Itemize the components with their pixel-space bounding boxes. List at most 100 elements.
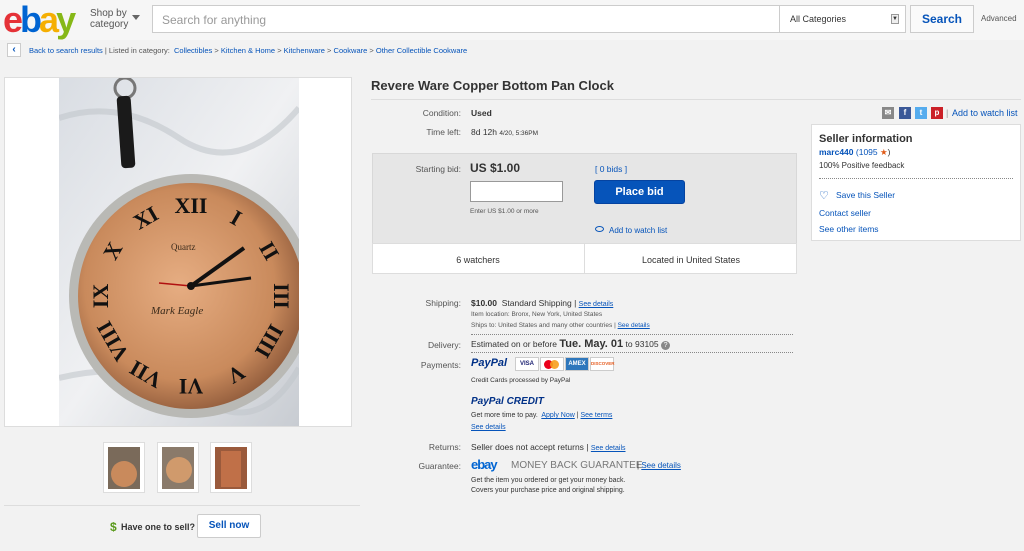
delivery-row: Estimated on or before Tue. May. 01 to 9… — [471, 338, 671, 350]
clock-numeral: VI — [179, 374, 203, 399]
twitter-icon[interactable]: t — [915, 107, 927, 119]
bid-add-to-watch-link[interactable]: Add to watch list — [609, 226, 667, 235]
crumb-cookware[interactable]: Cookware — [334, 46, 368, 55]
watchers-count: 6 watchers — [456, 255, 500, 265]
delivery-label: Delivery: — [427, 340, 461, 350]
guarantee-see-row: | See details — [637, 461, 681, 470]
bids-count-link[interactable]: [ 0 bids ] — [595, 164, 627, 174]
divider — [4, 505, 360, 506]
ships-see-details-link[interactable]: See details — [618, 322, 650, 329]
time-left-label: Time left: — [426, 127, 461, 137]
condition-value: Used — [471, 108, 492, 118]
help-icon[interactable]: ? — [661, 341, 671, 350]
clock-script-text: Mark Eagle — [150, 305, 203, 317]
facebook-icon[interactable]: f — [899, 107, 911, 119]
listed-in-label: | Listed in category: — [104, 46, 170, 55]
see-other-items-link[interactable]: See other items — [819, 224, 879, 234]
starting-bid-label: Starting bid: — [415, 164, 461, 174]
save-seller-link[interactable]: Save this Seller — [836, 190, 895, 200]
clock-numeral: IX — [88, 284, 113, 309]
seller-name-row: marc440 (1095 ★) — [819, 147, 891, 157]
clock-numeral: XII — [174, 193, 207, 218]
divider — [471, 352, 793, 353]
visa-logo: VISA — [515, 357, 539, 371]
back-arrow-icon[interactable]: ‹ — [7, 43, 21, 57]
item-location: Located in United States — [641, 255, 741, 265]
ships-to-detail: Ships to: United States and many other c… — [471, 322, 650, 329]
clock-brand-text: Quartz — [171, 242, 196, 252]
dollar-icon: $ — [110, 520, 117, 534]
main-image-panel[interactable]: XII I II III IIII V VI VII VIII IX X XI Quartz Mark… — [4, 77, 352, 427]
share-separator: | — [946, 108, 949, 118]
product-photo: XII IIIIIIIIIIVVIVIIVIIIIXXXI Quartz Mark… — [59, 78, 299, 426]
payments-label: Payments: — [420, 360, 461, 370]
heart-icon[interactable]: ♡ — [819, 189, 829, 202]
add-to-watch-list-link[interactable]: Add to watch list — [952, 108, 1018, 118]
crumb-other-cookware[interactable]: Other Collectible Cookware — [376, 46, 467, 55]
guarantee-line2: Covers your purchase price and original … — [471, 487, 625, 494]
crumb-separator: > — [327, 46, 332, 55]
positive-feedback: 100% Positive feedback — [819, 161, 905, 170]
sell-now-button[interactable]: Sell now — [197, 514, 261, 538]
category-select[interactable]: All Categories ▼ — [779, 5, 906, 33]
have-one-to-sell-text: Have one to sell? — [121, 522, 196, 532]
returns-label: Returns: — [428, 442, 461, 452]
mastercard-logo — [540, 357, 564, 371]
shipping-row: $10.00 Standard Shipping | See details — [471, 298, 614, 308]
paypal-logo: PayPal — [471, 357, 508, 369]
see-terms-link[interactable]: See terms — [581, 412, 613, 419]
search-button[interactable]: Search — [910, 5, 974, 33]
pinterest-icon[interactable]: p — [931, 107, 943, 119]
guarantee-line1: Get the item you ordered or get your mon… — [471, 477, 626, 484]
paypal-processed-text: Credit Cards processed by PayPal — [471, 377, 571, 384]
discover-logo: DISCOVER — [590, 357, 615, 371]
ebay-mbg-logo: ebay — [471, 457, 498, 472]
returns-row: Seller does not accept returns | See det… — [471, 442, 626, 452]
divider — [371, 99, 1021, 100]
back-to-search-link[interactable]: Back to search results — [29, 46, 103, 55]
thumbnail-2[interactable] — [157, 442, 199, 493]
crumb-kitchen-home[interactable]: Kitchen & Home — [221, 46, 275, 55]
paypal-credit-row: Get more time to pay. Apply Now | See te… — [471, 412, 613, 419]
paypal-credit-logo: PayPal CREDIT — [471, 396, 544, 407]
star-icon: ★ — [880, 147, 888, 157]
contact-seller-link[interactable]: Contact seller — [819, 208, 871, 218]
item-location-detail: Item location: Bronx, New York, United S… — [471, 311, 603, 318]
email-icon[interactable]: ✉ — [882, 107, 894, 119]
money-back-guarantee-text: MONEY BACK GUARANTEE — [511, 460, 643, 471]
payments-see-details-link[interactable]: See details — [471, 424, 506, 431]
advanced-search-link[interactable]: Advanced — [981, 14, 1017, 23]
thumbnail-3[interactable] — [210, 442, 252, 493]
guarantee-label: Guarantee: — [418, 461, 461, 471]
apply-now-link[interactable]: Apply Now — [541, 412, 574, 419]
eye-icon — [595, 226, 604, 232]
ebay-logo[interactable]: ebay — [3, 2, 76, 38]
condition-label: Condition: — [422, 108, 461, 118]
bid-amount-input[interactable] — [470, 181, 563, 202]
dropdown-arrow-icon: ▼ — [891, 14, 899, 24]
seller-info-heading: Seller information — [819, 133, 913, 145]
chevron-down-icon — [132, 15, 140, 20]
seller-name-link[interactable]: marc440 — [819, 147, 854, 157]
bid-price: US $1.00 — [470, 161, 521, 175]
search-input[interactable]: Search for anything — [152, 5, 780, 33]
crumb-separator: > — [214, 46, 219, 55]
thumbnail-1[interactable] — [103, 442, 145, 493]
divider — [819, 178, 1013, 179]
shop-by-category-button[interactable]: Shop by category — [90, 8, 140, 30]
crumb-collectibles[interactable]: Collectibles — [174, 46, 212, 55]
item-title: Revere Ware Copper Bottom Pan Clock — [371, 78, 614, 93]
feedback-score[interactable]: (1095 — [856, 147, 878, 157]
crumb-separator: > — [369, 46, 374, 55]
time-left-value: 8d 12h 4/20, 5:36PM — [471, 127, 539, 137]
guarantee-see-details-link[interactable]: See details — [641, 461, 681, 470]
shipping-label: Shipping: — [425, 298, 461, 308]
clock-numeral: III — [269, 283, 294, 309]
amex-logo: AMEX — [565, 357, 589, 371]
returns-see-details-link[interactable]: See details — [591, 445, 626, 452]
breadcrumb: Back to search results | Listed in categ… — [29, 46, 467, 55]
crumb-separator: > — [277, 46, 282, 55]
shipping-see-details-link[interactable]: See details — [579, 301, 614, 308]
place-bid-button[interactable]: Place bid — [594, 180, 685, 204]
crumb-kitchenware[interactable]: Kitchenware — [284, 46, 325, 55]
